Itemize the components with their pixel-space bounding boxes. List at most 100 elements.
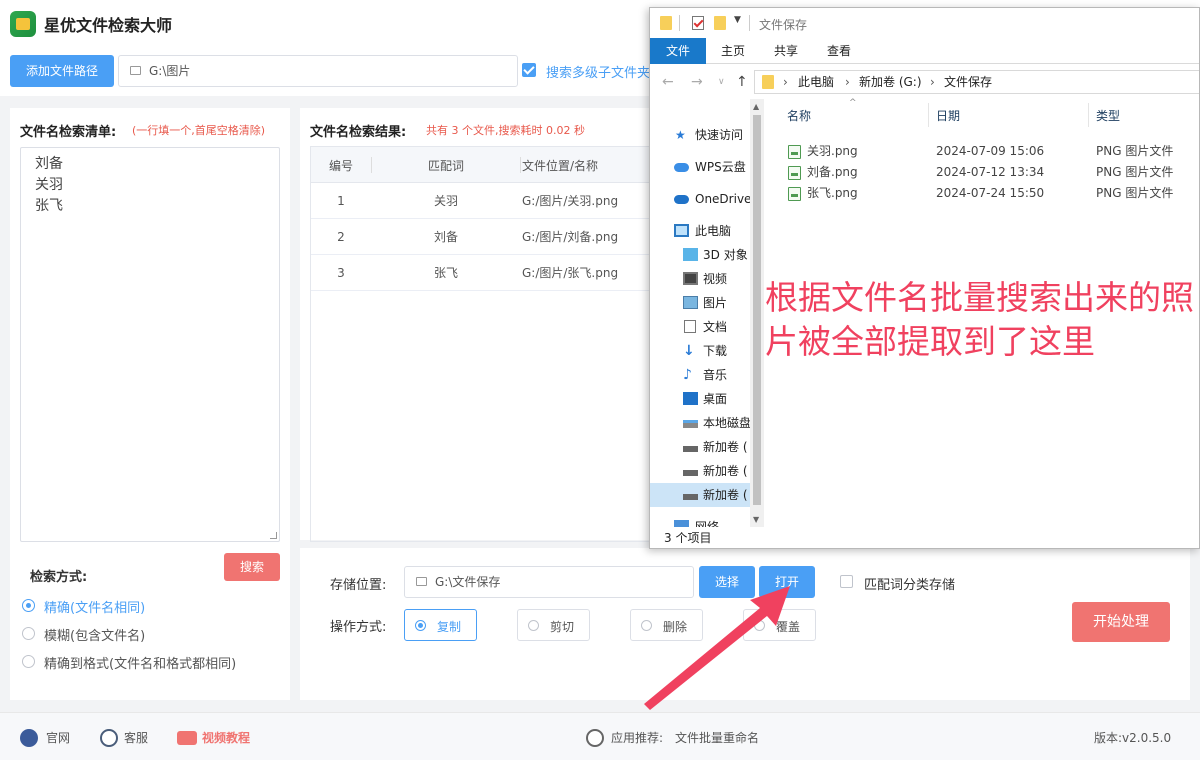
file-type: PNG 图片文件 xyxy=(1096,186,1174,200)
service-link[interactable]: 客服 xyxy=(124,729,148,746)
ribbon-tab-file[interactable]: 文件 xyxy=(650,38,706,64)
nav-item-quick-access[interactable]: ★ 快速访问 xyxy=(650,123,764,147)
file-name: 关羽.png xyxy=(807,144,858,158)
scroll-down-icon[interactable]: ▼ xyxy=(753,515,759,524)
drive-icon xyxy=(683,494,698,500)
nav-item-pictures[interactable]: 图片 xyxy=(650,291,764,315)
png-file-icon xyxy=(788,166,801,180)
folder-icon xyxy=(416,577,427,586)
nav-item-onedrive[interactable]: OneDrive xyxy=(650,187,764,211)
explorer-window-title: 文件保存 xyxy=(759,18,808,32)
name-line: 关羽 xyxy=(35,177,63,193)
radio-icon xyxy=(22,627,35,640)
column-header-type[interactable]: 类型 xyxy=(1096,107,1120,124)
nav-item-desktop[interactable]: 桌面 xyxy=(650,387,764,411)
ribbon-tab-view[interactable]: 查看 xyxy=(814,38,864,64)
video-icon xyxy=(683,272,698,285)
start-processing-button[interactable]: 开始处理 xyxy=(1072,602,1170,642)
recommend-app-link[interactable]: 文件批量重命名 xyxy=(675,729,759,746)
results-table: 编号 匹配词 文件位置/名称 1 关羽 G:/图片/关羽.png 2 刘备 G:… xyxy=(310,146,650,542)
ribbon-tab-home[interactable]: 主页 xyxy=(708,38,758,64)
nav-item-documents[interactable]: 文档 xyxy=(650,315,764,339)
forward-arrow-icon[interactable]: → xyxy=(691,74,703,90)
resize-grip-icon[interactable] xyxy=(270,532,277,539)
nav-item-this-pc[interactable]: 此电脑 xyxy=(650,219,764,243)
operation-mode-label: 操作方式: xyxy=(330,620,387,635)
scroll-thumb[interactable] xyxy=(753,115,761,505)
table-row[interactable]: 1 关羽 G:/图片/关羽.png xyxy=(311,183,650,219)
save-location-label: 存储位置: xyxy=(330,578,387,593)
file-row[interactable]: 刘备.png 2024-07-12 13:34 PNG 图片文件 xyxy=(764,162,1199,183)
network-icon xyxy=(674,520,689,527)
website-link[interactable]: 官网 xyxy=(46,729,70,746)
cell-path: G:/图片/张飞.png xyxy=(522,266,619,280)
file-row[interactable]: 关羽.png 2024-07-09 15:06 PNG 图片文件 xyxy=(764,141,1199,162)
version-text: 版本:v2.0.5.0 xyxy=(1094,731,1172,745)
drive-icon xyxy=(683,470,698,476)
cell-no: 2 xyxy=(337,230,345,244)
disk-icon xyxy=(683,420,698,428)
ie-icon xyxy=(20,729,38,747)
save-location-value: G:\文件保存 xyxy=(435,575,501,589)
nav-item-drive[interactable]: 新加卷 ( xyxy=(650,435,764,459)
classify-checkbox[interactable] xyxy=(840,575,853,588)
cell-path: G:/图片/关羽.png xyxy=(522,194,619,208)
classify-label[interactable]: 匹配词分类存储 xyxy=(864,574,955,593)
column-header-date[interactable]: 日期 xyxy=(936,107,960,124)
column-header-name[interactable]: 名称 xyxy=(787,107,811,124)
nav-item-3d-objects[interactable]: 3D 对象 xyxy=(650,243,764,267)
nav-item-wps-cloud[interactable]: WPS云盘 xyxy=(650,155,764,179)
breadcrumb-this-pc[interactable]: 此电脑 xyxy=(798,71,834,93)
col-header-path: 文件位置/名称 xyxy=(522,159,599,173)
col-header-no: 编号 xyxy=(328,159,353,173)
history-dropdown-icon[interactable]: ∨ xyxy=(718,77,725,87)
op-copy-radio[interactable]: 复制 xyxy=(404,609,477,641)
file-type: PNG 图片文件 xyxy=(1096,165,1174,179)
add-path-button[interactable]: 添加文件路径 xyxy=(10,55,114,87)
search-list-title: 文件名检索清单: xyxy=(20,125,117,140)
explorer-nav-pane: ★ 快速访问 WPS云盘 OneDrive 此电脑 3D 对象 视频 图片 文档 … xyxy=(650,99,764,527)
png-file-icon xyxy=(788,145,801,159)
path-input[interactable]: G:\图片 xyxy=(118,55,518,87)
breadcrumb-drive-g[interactable]: 新加卷 (G:) xyxy=(859,71,922,93)
subfolder-label[interactable]: 搜索多级子文件夹 xyxy=(546,62,650,81)
video-tutorial-link[interactable]: 视频教程 xyxy=(202,729,250,746)
nav-item-local-disk[interactable]: 本地磁盘 xyxy=(650,411,764,435)
address-path[interactable]: › 此电脑 › 新加卷 (G:) › 文件保存 xyxy=(754,70,1199,94)
folder-icon xyxy=(660,16,672,30)
png-file-icon xyxy=(788,187,801,201)
nav-item-drive[interactable]: 新加卷 ( xyxy=(650,459,764,483)
op-cut-radio[interactable]: 剪切 xyxy=(517,609,590,641)
search-button[interactable]: 搜索 xyxy=(224,553,280,581)
app-logo-icon xyxy=(10,11,36,37)
nav-item-downloads[interactable]: ↓ 下载 xyxy=(650,339,764,363)
file-date: 2024-07-09 15:06 xyxy=(936,144,1045,158)
file-row[interactable]: 张飞.png 2024-07-24 15:50 PNG 图片文件 xyxy=(764,183,1199,204)
cube-icon xyxy=(683,248,698,261)
table-header: 编号 匹配词 文件位置/名称 xyxy=(311,147,650,183)
back-arrow-icon[interactable]: ← xyxy=(662,74,674,90)
up-arrow-icon[interactable]: ↑ xyxy=(736,74,748,90)
new-folder-icon[interactable] xyxy=(714,16,726,30)
table-row[interactable]: 2 刘备 G:/图片/刘备.png xyxy=(311,219,650,255)
download-icon: ↓ xyxy=(683,343,695,359)
customize-dropdown-icon[interactable]: ▼ xyxy=(734,15,741,25)
explorer-address-bar: ← → ∨ ↑ › 此电脑 › 新加卷 (G:) › 文件保存 xyxy=(650,65,1199,99)
nav-item-network[interactable]: 网络 xyxy=(650,515,764,527)
music-icon: ♪ xyxy=(683,367,692,383)
ribbon-tab-share[interactable]: 共享 xyxy=(761,38,811,64)
properties-icon[interactable] xyxy=(692,16,704,30)
nav-item-videos[interactable]: 视频 xyxy=(650,267,764,291)
table-row[interactable]: 3 张飞 G:/图片/张飞.png xyxy=(311,255,650,291)
breadcrumb-folder[interactable]: 文件保存 xyxy=(944,71,992,93)
document-icon xyxy=(684,320,696,333)
col-header-keyword: 匹配词 xyxy=(427,159,464,173)
nav-scrollbar[interactable]: ▲ ▼ xyxy=(750,99,764,527)
nav-item-drive-selected[interactable]: 新加卷 ( xyxy=(650,483,764,507)
nav-item-music[interactable]: ♪ 音乐 xyxy=(650,363,764,387)
scroll-up-icon[interactable]: ▲ xyxy=(753,102,759,111)
names-textarea[interactable]: 刘备 关羽 张飞 xyxy=(20,147,280,542)
name-line: 张飞 xyxy=(35,198,63,214)
op-cut-label: 剪切 xyxy=(550,620,575,634)
subfolder-checkbox[interactable] xyxy=(522,63,536,77)
